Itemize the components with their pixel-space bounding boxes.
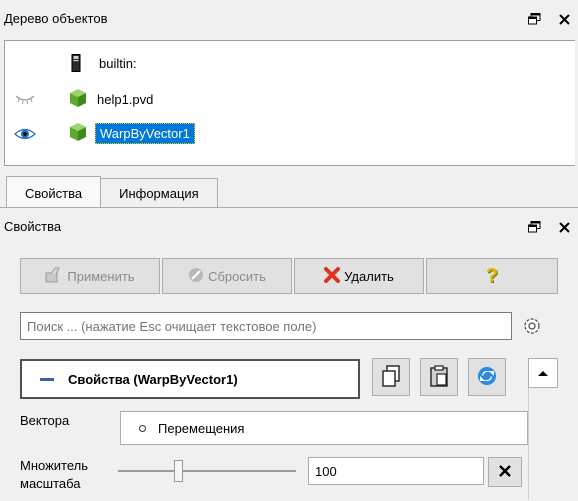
scale-factor-value: 100 — [315, 463, 337, 479]
close-icon[interactable] — [556, 11, 572, 27]
scroll-up-button[interactable] — [528, 358, 558, 388]
vectors-select[interactable]: Перемещения — [120, 411, 528, 445]
properties-title: Свойства — [4, 219, 62, 234]
server-icon — [71, 54, 85, 72]
apply-label: Применить — [67, 268, 135, 284]
point-data-icon — [139, 424, 146, 432]
paste-properties-button[interactable] — [420, 358, 458, 396]
scale-factor-input[interactable]: 100 — [308, 457, 484, 485]
reset-scale-button[interactable] — [488, 457, 522, 487]
pipeline-browser-title: Дерево объектов — [4, 11, 108, 26]
collapse-icon[interactable] — [40, 377, 54, 381]
tree-item-warpbyvector1[interactable]: WarpByVector1 — [67, 121, 195, 145]
scale-slider-track[interactable] — [118, 470, 296, 472]
close-x-icon — [498, 464, 512, 481]
tab-properties[interactable]: Свойства — [6, 176, 102, 210]
gear-icon[interactable] — [518, 312, 546, 340]
apply-icon — [45, 267, 63, 286]
reload-properties-button[interactable] — [468, 358, 506, 396]
vectors-value: Перемещения — [158, 420, 245, 436]
delete-label: Удалить — [344, 268, 394, 284]
close-icon[interactable] — [556, 219, 572, 235]
tree-item-help1[interactable]: help1.pvd — [67, 87, 153, 111]
properties-title-buttons — [526, 219, 572, 235]
tree-item-builtin[interactable]: builtin: — [71, 51, 137, 75]
help-icon: ? — [485, 264, 499, 287]
properties-section-header[interactable]: Свойства (WarpByVector1) — [20, 359, 360, 399]
tab-bar: Свойства Информация — [6, 176, 218, 210]
reset-icon — [188, 267, 204, 286]
tab-information[interactable]: Информация — [101, 178, 218, 209]
cube-icon — [67, 88, 89, 111]
reset-label: Сбросить — [208, 268, 266, 284]
delete-button[interactable]: Удалить — [294, 258, 424, 294]
search-input[interactable] — [20, 312, 512, 340]
eye-closed-icon[interactable] — [15, 93, 35, 108]
cube-icon — [67, 122, 89, 145]
scale-slider-handle[interactable] — [174, 460, 183, 482]
undock-icon[interactable] — [526, 11, 542, 27]
scale-factor-label: Множитель масштаба — [20, 458, 89, 491]
tree-item-label: WarpByVector1 — [95, 122, 195, 144]
refresh-icon — [476, 365, 498, 390]
pipeline-tree[interactable]: builtin: help1.pvd WarpByVector1 — [4, 40, 575, 166]
reset-button[interactable]: Сбросить — [162, 258, 292, 294]
vectors-label: Вектора — [20, 413, 70, 428]
delete-icon — [324, 266, 341, 286]
pipeline-title-buttons — [526, 11, 572, 27]
copy-icon — [381, 364, 401, 390]
tree-item-label: builtin: — [99, 55, 137, 71]
copy-properties-button[interactable] — [372, 358, 410, 396]
eye-open-icon[interactable] — [14, 127, 36, 144]
section-title: Свойства (WarpByVector1) — [68, 371, 238, 387]
apply-button[interactable]: Применить — [20, 258, 160, 294]
undock-icon[interactable] — [526, 219, 542, 235]
help-button[interactable]: ? — [426, 258, 558, 294]
tree-item-label: help1.pvd — [97, 91, 154, 107]
clipboard-icon — [429, 364, 449, 390]
